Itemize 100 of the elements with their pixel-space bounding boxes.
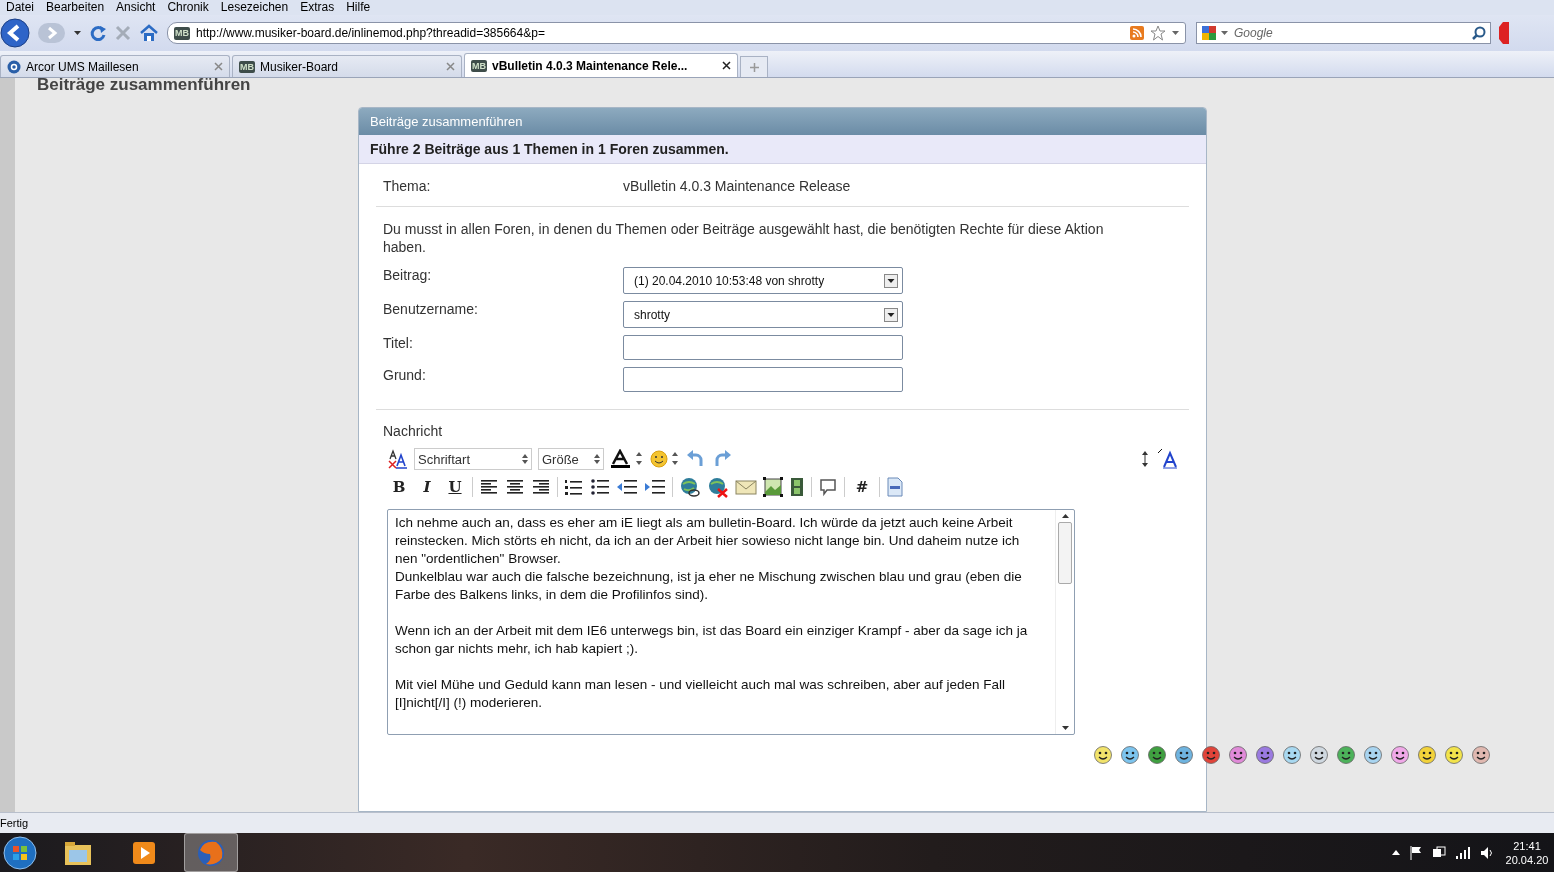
thread-title: vBulletin 4.0.3 Maintenance Release [623,178,852,194]
format-button[interactable]: U [444,478,466,496]
home-icon[interactable] [139,24,159,42]
status-text: Fertig [0,817,29,829]
clock[interactable]: 21:41 20.04.20 [1504,838,1550,867]
align-center-icon[interactable] [505,477,525,497]
caret-icon[interactable] [1392,850,1400,855]
smiley-icon[interactable] [1282,745,1302,765]
signal-icon[interactable] [1456,846,1470,859]
back-button[interactable] [0,18,30,48]
bullet-list-icon[interactable] [590,477,610,497]
menu-item[interactable]: Datei [0,0,40,15]
hash-button[interactable]: # [851,478,873,496]
outdent-icon[interactable] [616,477,638,497]
smiley-icon[interactable] [1363,745,1383,765]
speech-bubble-icon[interactable] [818,477,838,497]
numbered-list-icon[interactable] [564,477,584,497]
star-icon[interactable] [1150,25,1166,41]
menu-item[interactable]: Extras [294,0,341,15]
reload-icon[interactable] [89,24,107,42]
search-input[interactable]: Google [1232,25,1468,41]
input-field[interactable] [623,335,903,360]
smiley-icon[interactable] [1390,745,1410,765]
dropdown[interactable]: Schriftart [414,448,532,470]
panel-subtitle: Führe 2 Beiträge aus 1 Themen in 1 Foren zusammen. [359,135,1206,164]
smiley-icon[interactable] [1255,745,1275,765]
flag-icon[interactable] [1410,845,1422,860]
rss-icon[interactable] [1130,26,1144,40]
smiley-icon[interactable] [1201,745,1221,765]
caret-icon[interactable] [1061,514,1069,518]
field-label: Beitrag: [383,267,433,283]
smiley-icon[interactable] [1336,745,1356,765]
smiley-icon[interactable] [1093,745,1113,765]
smiley-icon[interactable] [1228,745,1248,765]
stop-sign-icon[interactable] [1499,22,1509,44]
resize-arrows-icon[interactable] [1140,449,1150,469]
spinner-arrows-icon [522,454,528,464]
image-icon[interactable] [763,477,783,497]
menu-item[interactable]: Bearbeiten [40,0,111,15]
format-button[interactable]: B [388,478,410,496]
switch-mode-icon[interactable] [1156,449,1178,469]
smiley-icon[interactable] [1471,745,1491,765]
search-icon[interactable] [1472,26,1486,40]
address-field[interactable]: MB http://www.musiker-board.de/inlinemod.php?threadid=385664&p= [167,22,1186,44]
menu-item[interactable]: Chronik [161,0,215,15]
smiley-icon[interactable] [650,449,680,469]
align-right-icon[interactable] [531,477,551,497]
search-box[interactable]: Google [1196,22,1491,44]
indent-icon[interactable] [644,477,666,497]
dropdown[interactable]: shrotty [623,301,903,328]
menu-item[interactable]: Ansicht [110,0,162,15]
menu-item[interactable]: Lesezeichen [214,0,295,15]
smiley-icon[interactable] [1417,745,1437,765]
menu-item[interactable]: Hilfe [340,0,377,15]
undo-icon[interactable] [686,449,706,469]
globe-unlink-icon[interactable] [707,476,729,498]
format-button[interactable]: I [416,478,438,496]
field-label: Nachricht [382,422,444,441]
close-icon[interactable] [722,61,731,70]
smiley-icon[interactable] [1147,745,1167,765]
scrollbar-thumb[interactable] [1058,522,1072,584]
input-field[interactable] [623,367,903,392]
site-icon: MB [471,59,487,72]
browser-tab[interactable]: MB Musiker-Board [232,55,462,77]
message-editor[interactable] [387,509,1075,735]
smiley-icon[interactable] [1120,745,1140,765]
notice-text: Du musst in allen Foren, in denen du Themen oder Beiträge ausgewählt hast, die benötigten Rechte für diese Aktion haben. [382,220,1105,257]
page-heading: Beiträge zusammenführen [37,78,252,95]
envelope-icon[interactable] [735,478,757,496]
field-label: Grund: [383,367,427,383]
field-label: Titel: [383,335,414,351]
text-color-icon[interactable] [610,449,644,469]
network-icon[interactable] [1432,845,1446,860]
php-file-icon[interactable] [886,477,904,497]
smiley-icon[interactable] [1309,745,1329,765]
google-icon[interactable] [1201,25,1217,41]
scrollbar[interactable] [1055,510,1074,734]
field-label: Thema: [383,178,432,194]
browser-tab[interactable]: Arcor UMS Maillesen [0,55,230,77]
align-left-icon[interactable] [479,477,499,497]
browser-tab[interactable]: MB vBulletin 4.0.3 Maintenance Rele... [464,53,738,77]
remove-format-icon[interactable] [388,449,408,469]
message-text: Ich nehme auch an, dass es eher am iE liegt als am bulletin-Board. Ich würde da jetzt auch keine Arbeit reinstecken. Mich störts eh nicht, da ich an der Arbeit hier sowieso nicht lange bin. Und daheim nutze ich nen "ordentlichen" Browser. Dunkelblau war auch die falsche bezeichnung, ist ja eher ne Mischung zwischen blau und grau (eben die Farbe des Balkens links, in dem die Profilinfos sind). Wenn ich an der Arbeit mit dem IE6 unterwegs bin, ist das Board ein einziger Krampf - aber da sage ich ja schon gar nichts mehr, ich hab kapiert ;). Mit viel Mühe und Geduld kann man lesen - und vielleicht auch mal was schreiben, aber auf jeden Fall [I]nicht[/I] (!) moderieren. [394,514,1029,712]
caret-icon[interactable] [74,31,81,35]
spinner-arrows-icon [594,454,600,464]
film-icon[interactable] [789,477,805,497]
speaker-icon[interactable] [1480,845,1494,860]
site-icon: MB [239,60,255,73]
smiley-icon[interactable] [1174,745,1194,765]
site-icon: MB [174,26,190,40]
browser-icon [196,837,226,868]
caret-icon[interactable] [1061,726,1069,730]
plus-icon [749,62,759,72]
start-button[interactable] [2,834,38,871]
panel-title: Beiträge zusammenführen [359,108,1206,135]
globe-link-icon[interactable] [679,476,701,498]
smiley-icon[interactable] [1444,745,1464,765]
dropdown[interactable]: (1) 20.04.2010 10:53:48 von shrotty [623,267,903,294]
dropdown[interactable]: Größe [538,448,604,470]
at-sign-icon [7,59,21,74]
